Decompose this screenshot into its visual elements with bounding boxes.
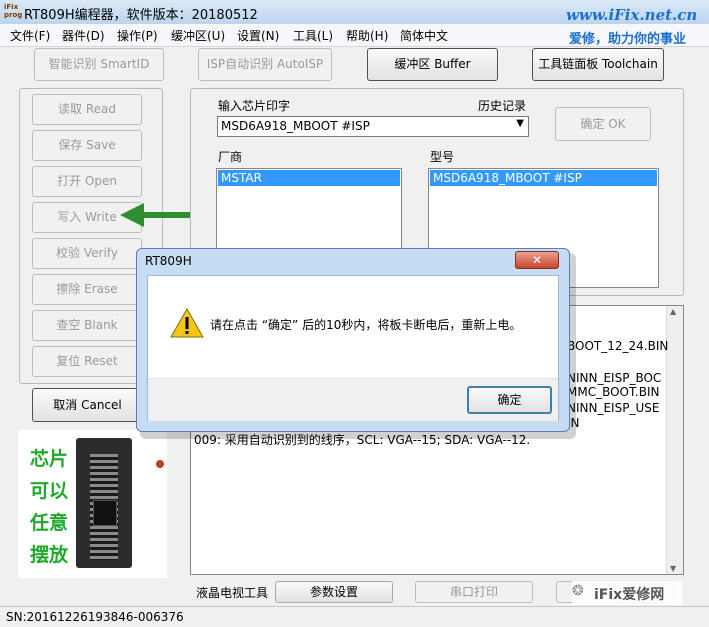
dialog-client: 请在点击 “确定” 后的10秒内，将板卡断电后，重新上电。 确定 [147,275,559,421]
log-line: NINN_EISP_USE [567,401,660,415]
brand-slogan: 爱修，助力你的事业 [569,32,687,47]
chip-hint-line: 可以 [30,480,69,502]
dialog-footer: 确定 [148,378,558,421]
chip-hint-line: 摆放 [30,544,69,566]
menu-settings[interactable]: 设置(N) [237,27,279,44]
open-button[interactable]: 打开 Open [32,166,142,197]
log-scrollbar[interactable]: ▲ ▼ [666,306,683,574]
zif-socket [76,438,132,568]
led-indicator [156,460,164,468]
chip-icon [93,500,117,526]
menu-language[interactable]: 简体中文 [400,27,448,44]
erase-button[interactable]: 擦除 Erase [32,274,142,305]
wechat-icon: ❂ [572,583,584,599]
params-button[interactable]: 参数设置 [275,581,393,603]
smart-id-button[interactable]: 智能识别 SmartID [34,48,164,81]
dialog-title: RT809H [145,254,192,268]
chip-hint-line: 芯片 [30,448,69,470]
read-button[interactable]: 读取 Read [32,94,142,125]
window-title: RT809H编程器，软件版本：20180512 [24,8,258,23]
auto-isp-button[interactable]: ISP自动识别 AutoISP [198,48,332,81]
watermark-text: iFix爱修网 [594,587,665,603]
menu-operate[interactable]: 操作(P) [117,27,158,44]
reset-button[interactable]: 复位 Reset [32,346,142,377]
status-bar: SN:20161226193846-006376 [0,606,709,627]
chip-hint-line: 任意 [30,512,69,534]
save-button[interactable]: 保存 Save [32,130,142,161]
warning-icon [170,308,204,338]
log-line: MMC_BOOT.BIN [567,385,660,399]
scroll-down-icon[interactable]: ▼ [670,564,676,573]
menu-help[interactable]: 帮助(H) [346,27,388,44]
serial-print-button[interactable]: 串口打印 [415,581,533,603]
lcd-tools-label: 液晶电视工具 [196,586,269,600]
vendor-list-item[interactable]: MSTAR [218,170,400,186]
watermark: ❂ iFix爱修网 [572,581,682,605]
menu-file[interactable]: 文件(F) [10,27,50,44]
verify-button[interactable]: 校验 Verify [32,238,142,269]
close-icon: ✕ [531,253,543,267]
socket-image: 芯片 可以 任意 摆放 [18,430,167,578]
menu-tools[interactable]: 工具(L) [293,27,333,44]
vendor-label: 厂商 [218,150,243,164]
app-icon: iFix prog [4,3,23,19]
model-label: 型号 [430,150,455,164]
dialog-message: 请在点击 “确定” 后的10秒内，将板卡断电后，重新上电。 [210,318,522,332]
dialog-close-button[interactable]: ✕ [515,251,559,269]
chip-input-label: 输入芯片印字 [218,99,291,113]
brand-logo: www.iFix.net.cn [566,6,698,24]
history-label: 历史记录 [478,99,527,113]
title-bar: iFix prog RT809H编程器，软件版本：20180512 www.iF… [0,0,709,24]
chevron-down-icon[interactable]: ▼ [516,118,524,129]
serial-number: SN:20161226193846-006376 [6,610,184,624]
menu-buffer[interactable]: 缓冲区(U) [171,27,225,44]
model-list-item[interactable]: MSD6A918_MBOOT #ISP [430,170,657,186]
confirm-dialog: RT809H ✕ 请在点击 “确定” 后的10秒内，将板卡断电后，重新上电。 确… [136,248,570,432]
log-line: BOOT_12_24.BIN [567,339,669,353]
menu-device[interactable]: 器件(D) [62,27,105,44]
blank-button[interactable]: 查空 Blank [32,310,142,341]
dialog-ok-button[interactable]: 确定 [467,386,552,414]
toolchain-button[interactable]: 工具链面板 Toolchain [532,48,664,81]
rt809h-window: iFix prog RT809H编程器，软件版本：20180512 www.iF… [0,0,709,627]
chip-input-value: MSD6A918_MBOOT #ISP [221,119,370,133]
buffer-button[interactable]: 缓冲区 Buffer [367,48,498,81]
ok-button[interactable]: 确定 OK [555,107,651,141]
chip-input-combo[interactable]: MSD6A918_MBOOT #ISP ▼ [217,116,529,137]
log-line: NINN_EISP_BOC [567,371,662,385]
cancel-button[interactable]: 取消 Cancel [32,388,143,422]
scroll-up-icon[interactable]: ▲ [670,307,676,316]
